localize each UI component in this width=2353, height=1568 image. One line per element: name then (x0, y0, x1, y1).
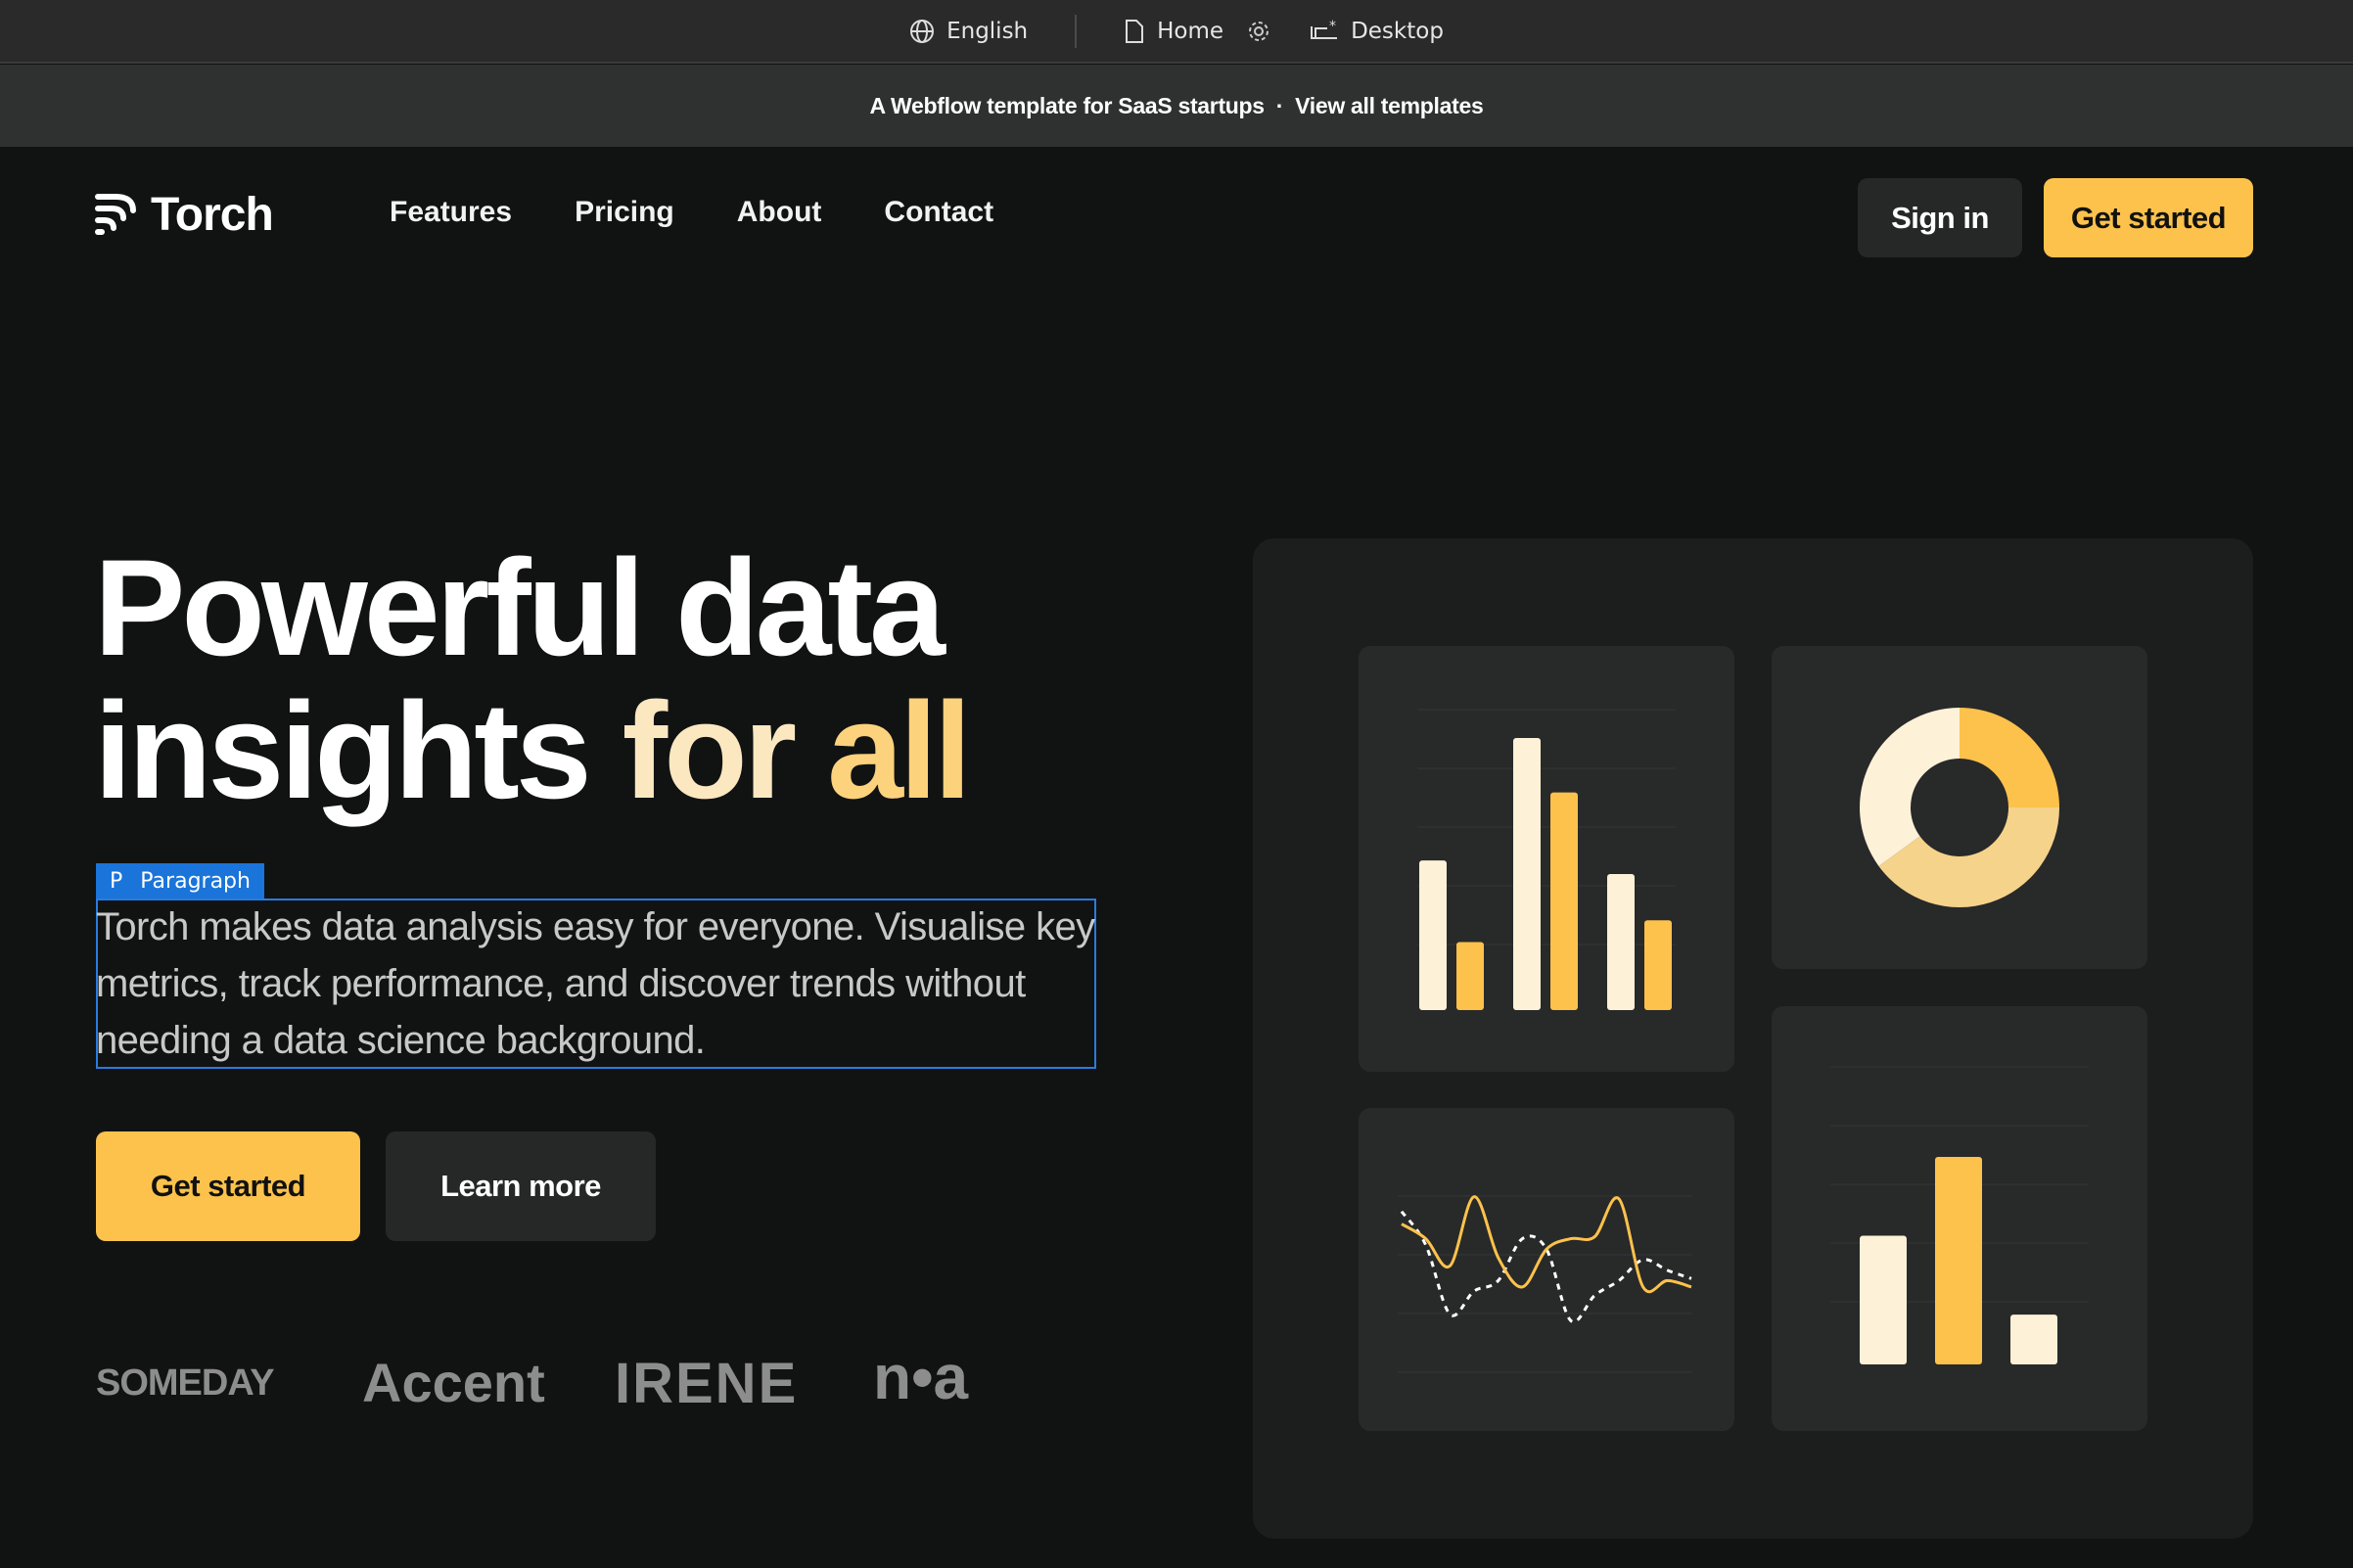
breakpoint-selector[interactable]: * Desktop (1310, 19, 1444, 44)
torch-logo-icon (95, 193, 136, 235)
template-banner: A Webflow template for SaaS startups · V… (0, 65, 2353, 147)
nav-features[interactable]: Features (390, 196, 512, 229)
banner-text: A Webflow template for SaaS startups (869, 92, 1266, 118)
svg-text:*: * (1329, 19, 1336, 34)
hero-paragraph[interactable]: Torch makes data analysis easy for every… (96, 899, 1104, 1069)
page-settings-button[interactable] (1247, 20, 1270, 43)
brand-logo-irene: IRENE (615, 1352, 799, 1415)
bar-series1-2 (1607, 874, 1635, 1010)
page-selector[interactable]: Home (1124, 19, 1223, 44)
bar-series1-0 (1419, 860, 1447, 1010)
line-chart-card (1359, 1108, 1734, 1431)
brand-logo-accent: Accent (362, 1352, 545, 1413)
hero-title-word-insights: insights (94, 673, 623, 827)
torch-logo[interactable]: Torch (94, 188, 274, 242)
donut-slice-0 (1960, 708, 2059, 807)
hero-title-line1: Powerful data (94, 530, 946, 684)
selection-label[interactable]: P Paragraph (96, 863, 264, 899)
nav-get-started-button[interactable]: Get started (2044, 178, 2253, 257)
gear-icon (1249, 21, 1269, 41)
desktop-icon: * (1311, 19, 1338, 39)
hero-get-started-button[interactable]: Get started (96, 1131, 360, 1241)
selection-tag-label: Paragraph (140, 868, 251, 894)
donut-slice-2 (1860, 708, 1960, 866)
hero-title-line2: insights for all (94, 679, 1171, 822)
donut-chart (1860, 708, 2059, 907)
learn-more-button[interactable]: Learn more (386, 1131, 656, 1241)
nav-pricing[interactable]: Pricing (575, 196, 674, 229)
bar-chart-card (1359, 646, 1734, 1072)
main-nav: Features Pricing About Contact (390, 196, 993, 229)
brand-logo-someday: SOMEDAY (96, 1362, 275, 1404)
bar-series2-1 (1550, 792, 1578, 1010)
line-chart (1398, 1195, 1692, 1373)
page-label: Home (1157, 18, 1224, 44)
language-label: English (946, 18, 1029, 44)
editor-toolbar: English Home * Desktop (0, 0, 2353, 64)
line-series-gold (1401, 1195, 1692, 1294)
bar2-b (1935, 1157, 1982, 1364)
bar2-a (1860, 1235, 1907, 1364)
globe-icon (910, 19, 935, 43)
hero-title-word-all: all (827, 673, 972, 827)
bar-chart (1417, 709, 1676, 1010)
bar-chart-card-2 (1772, 1006, 2147, 1431)
bar-series2-0 (1456, 942, 1484, 1010)
dashboard-illustration (1253, 538, 2253, 1539)
language-selector[interactable]: English (909, 19, 1028, 44)
banner-separator: · (1275, 92, 1284, 118)
bar2-c (2010, 1314, 2057, 1364)
hero-title-word-for: for (622, 673, 828, 827)
page-icon (1126, 19, 1144, 43)
sign-in-button[interactable]: Sign in (1858, 178, 2022, 257)
nav-about[interactable]: About (737, 196, 822, 229)
bar-chart-2 (1830, 1066, 2089, 1364)
hero-title: Powerful data insights for all (94, 536, 1171, 822)
donut-chart-card (1772, 646, 2147, 969)
breakpoint-label: Desktop (1351, 18, 1444, 44)
nav-contact[interactable]: Contact (884, 196, 993, 229)
brand-logo-na: n•a (873, 1342, 969, 1412)
logo-text: Torch (151, 189, 274, 241)
bar-series1-1 (1513, 738, 1541, 1010)
view-templates-link[interactable]: View all templates (1295, 93, 1484, 119)
selection-tag-letter: P (110, 868, 123, 894)
bar-series2-2 (1644, 920, 1672, 1010)
toolbar-divider (1075, 14, 1078, 48)
